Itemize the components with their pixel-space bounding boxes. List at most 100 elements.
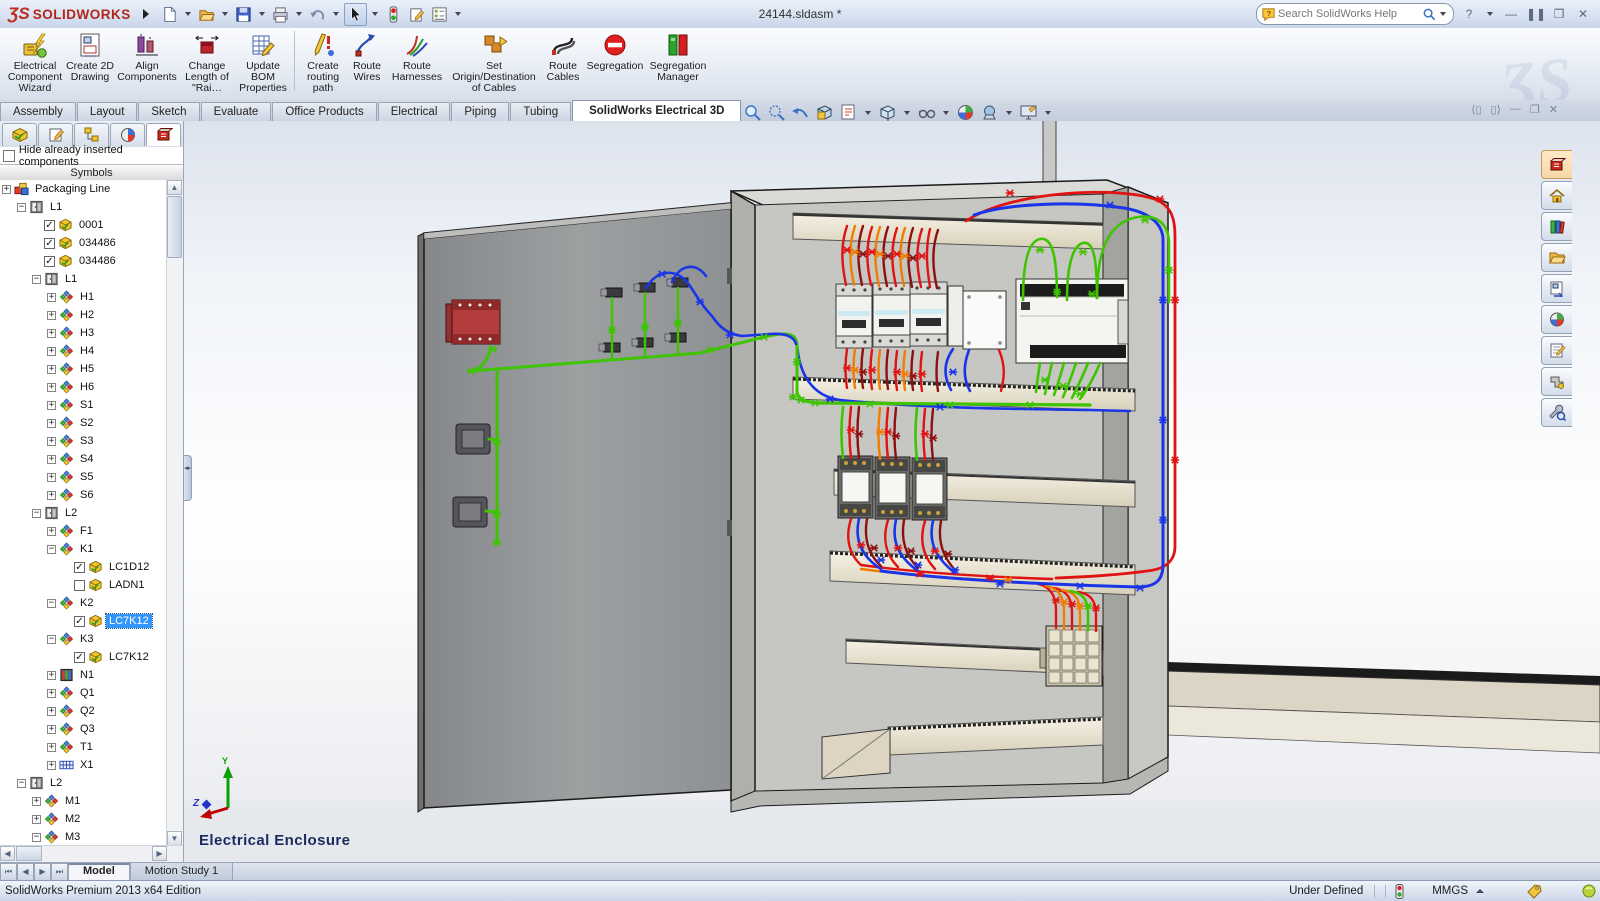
expand-toggle-icon[interactable]: + <box>47 419 56 428</box>
ribbon-change-length-button[interactable]: Change Length of "Rai… <box>178 28 236 97</box>
expand-toggle-icon[interactable]: + <box>47 329 56 338</box>
save-dropdown-icon[interactable] <box>259 12 265 16</box>
circuit-breakers[interactable] <box>836 282 1006 349</box>
publish-edit-button[interactable] <box>406 4 427 25</box>
tree-item-n1[interactable]: +N1 <box>0 666 167 684</box>
tree-item-034486[interactable]: ✓034486 <box>0 252 167 270</box>
tree-item-h2[interactable]: +H2 <box>0 306 167 324</box>
tree-item-m2[interactable]: +M2 <box>0 810 167 828</box>
scroll-up-icon[interactable]: ▲ <box>167 180 182 195</box>
collapse-toggle-icon[interactable]: − <box>47 599 56 608</box>
expand-toggle-icon[interactable]: + <box>47 491 56 500</box>
zoom-to-fit-icon[interactable] <box>742 102 763 123</box>
ribbon-create-2d-drawing-button[interactable]: Create 2D Drawing <box>64 28 116 97</box>
expand-toggle-icon[interactable]: + <box>47 671 56 680</box>
search-dropdown-icon[interactable] <box>1440 12 1446 16</box>
tree-item-h4[interactable]: +H4 <box>0 342 167 360</box>
display-style-icon[interactable] <box>877 102 898 123</box>
ribbon-segregation-button[interactable]: Segregation <box>585 28 645 97</box>
help-dropdown-icon[interactable] <box>1487 12 1493 16</box>
tree-item-lc7k12[interactable]: ✓LC7K12 <box>0 612 167 630</box>
expand-toggle-icon[interactable]: + <box>47 473 56 482</box>
tab-sketch[interactable]: Sketch <box>138 102 199 121</box>
expand-toggle-icon[interactable]: + <box>47 383 56 392</box>
view-orientation-dropdown-icon[interactable] <box>865 111 871 115</box>
expand-toggle-icon[interactable]: + <box>32 815 41 824</box>
viewport-3d-scene[interactable]: Y Z Electrical Enclosure <box>183 121 1600 863</box>
doc-close-icon[interactable]: ✕ <box>1549 103 1558 116</box>
apply-scene-dropdown-icon[interactable] <box>1006 111 1012 115</box>
maximize-button[interactable]: ❚❚ <box>1526 7 1544 21</box>
hide-inserted-checkbox[interactable] <box>3 150 15 162</box>
search-input[interactable] <box>1276 7 1422 21</box>
pane-left-icon[interactable]: ⟨▯ <box>1471 103 1481 116</box>
tree-item-s2[interactable]: +S2 <box>0 414 167 432</box>
select-dropdown-icon[interactable] <box>372 12 378 16</box>
terminal-block[interactable] <box>1040 626 1102 686</box>
hscroll-thumb[interactable] <box>16 846 42 861</box>
expand-toggle-icon[interactable]: + <box>47 455 56 464</box>
pane-right-icon[interactable]: ▯⟩ <box>1491 103 1501 116</box>
prev-tab-icon[interactable]: ◀ <box>17 863 34 881</box>
tree-checkbox[interactable]: ✓ <box>44 220 55 231</box>
expand-toggle-icon[interactable]: + <box>47 401 56 410</box>
section-view-icon[interactable] <box>814 102 835 123</box>
view-settings-icon[interactable] <box>1018 102 1039 123</box>
tab-tubing[interactable]: Tubing <box>510 102 571 121</box>
tree-checkbox[interactable]: ✓ <box>44 256 55 267</box>
expand-toggle-icon[interactable]: + <box>47 689 56 698</box>
new-document-button[interactable] <box>159 4 180 25</box>
taskpane-view-palette-button[interactable] <box>1541 274 1572 303</box>
expand-toggle-icon[interactable]: + <box>47 365 56 374</box>
expand-toggle-icon[interactable]: + <box>47 347 56 356</box>
ribbon-electrical-component-wizard-button[interactable]: Electrical Component Wizard <box>6 28 64 97</box>
ribbon-create-routing-path-button[interactable]: Create routing path <box>299 28 347 97</box>
taskpane-diagnostics-button[interactable] <box>1541 398 1572 427</box>
status-tag-icon[interactable] <box>1526 883 1542 899</box>
units-dropdown-icon[interactable] <box>1476 889 1484 893</box>
tree-item-t1[interactable]: +T1 <box>0 738 167 756</box>
ribbon-set-origin-destination-button[interactable]: Set Origin/Destination of Cables <box>447 28 541 97</box>
tree-checkbox[interactable]: ✓ <box>74 616 85 627</box>
zoom-to-area-icon[interactable] <box>766 102 787 123</box>
tree-item-s5[interactable]: +S5 <box>0 468 167 486</box>
component-traffic-light-button[interactable] <box>383 4 404 25</box>
select-tool-button[interactable] <box>344 3 367 26</box>
tab-evaluate[interactable]: Evaluate <box>201 102 272 121</box>
tree-item-q3[interactable]: +Q3 <box>0 720 167 738</box>
collapse-toggle-icon[interactable]: − <box>47 635 56 644</box>
taskpane-home-button[interactable] <box>1541 181 1572 210</box>
collapse-toggle-icon[interactable]: − <box>47 545 56 554</box>
taskpane-design-library-button[interactable] <box>1541 212 1572 241</box>
tree-item-s6[interactable]: +S6 <box>0 486 167 504</box>
options-list-button[interactable] <box>429 4 450 25</box>
tab-layout[interactable]: Layout <box>77 102 138 121</box>
ribbon-segregation-manager-button[interactable]: Segregation Manager <box>645 28 711 97</box>
tree-item-0001[interactable]: ✓0001 <box>0 216 167 234</box>
previous-view-icon[interactable] <box>790 102 811 123</box>
scroll-left-icon[interactable]: ◀ <box>0 846 15 861</box>
close-button[interactable]: ✕ <box>1574 7 1592 21</box>
view-settings-dropdown-icon[interactable] <box>1045 111 1051 115</box>
tree-item-l2[interactable]: −L2 <box>0 774 167 792</box>
next-tab-icon[interactable]: ▶ <box>34 863 51 881</box>
first-tab-icon[interactable]: ⏮ <box>0 863 17 881</box>
tree-item-k2[interactable]: −K2 <box>0 594 167 612</box>
panel-splitter[interactable]: ◂▸ <box>183 455 192 501</box>
collapse-toggle-icon[interactable]: − <box>17 203 26 212</box>
view-orientation-icon[interactable] <box>838 102 859 123</box>
minimize-button[interactable]: — <box>1502 7 1520 21</box>
tree-item-q2[interactable]: +Q2 <box>0 702 167 720</box>
tree-item-l2[interactable]: −L2 <box>0 504 167 522</box>
contactors[interactable] <box>838 456 947 520</box>
undo-dropdown-icon[interactable] <box>333 12 339 16</box>
print-dropdown-icon[interactable] <box>296 12 302 16</box>
tree-checkbox[interactable]: ✓ <box>74 562 85 573</box>
collapse-toggle-icon[interactable]: − <box>32 509 41 518</box>
tree-item-h6[interactable]: +H6 <box>0 378 167 396</box>
ribbon-route-wires-button[interactable]: Route Wires <box>347 28 387 97</box>
tree-item-h1[interactable]: +H1 <box>0 288 167 306</box>
ribbon-route-cables-button[interactable]: Route Cables <box>541 28 585 97</box>
open-dropdown-icon[interactable] <box>222 12 228 16</box>
expand-toggle-icon[interactable]: + <box>32 797 41 806</box>
